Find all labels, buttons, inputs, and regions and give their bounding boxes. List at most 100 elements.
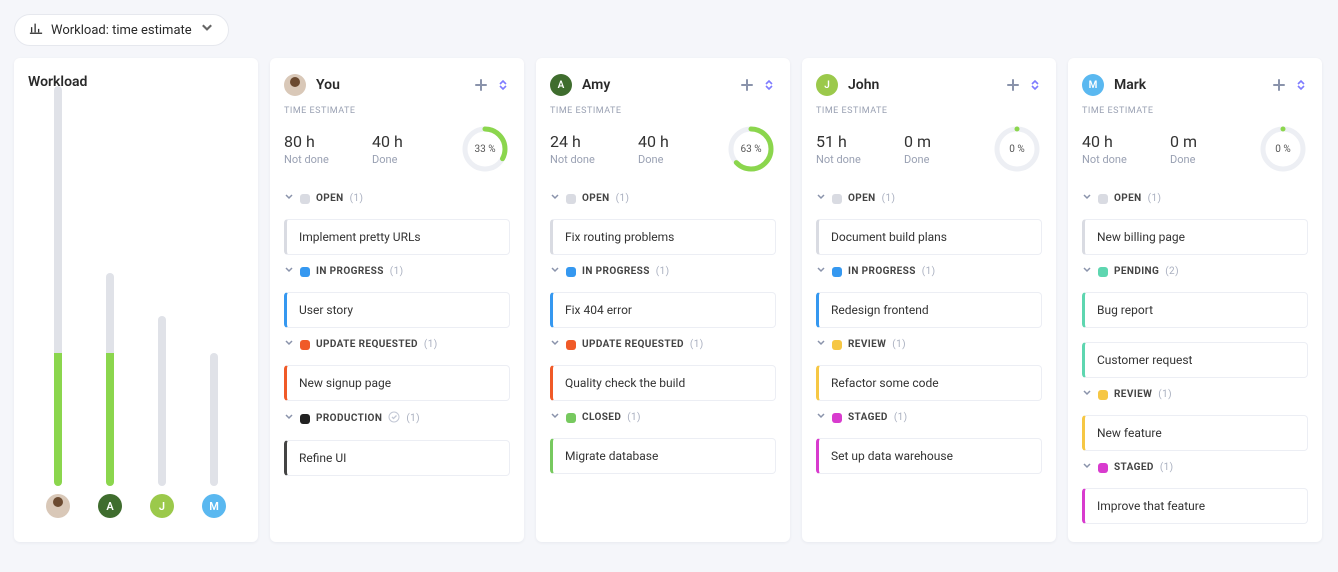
workload-chart: AJM [28, 106, 244, 526]
avatar: J [150, 494, 174, 518]
section-header-open[interactable]: OPEN (1) [1082, 192, 1308, 205]
task-card[interactable]: Migrate database [550, 438, 776, 474]
chevron-down-icon [284, 412, 294, 425]
section-header-pending[interactable]: PENDING (2) [1082, 265, 1308, 278]
subtitle: TIME ESTIMATE [1082, 106, 1308, 116]
done-label: Done [638, 153, 718, 166]
task-card[interactable]: Redesign frontend [816, 292, 1042, 328]
not-done-label: Not done [284, 153, 364, 166]
task-card[interactable]: New billing page [1082, 219, 1308, 255]
section-header-open[interactable]: OPEN (1) [550, 192, 776, 205]
add-task-button[interactable] [740, 78, 754, 92]
section-header-inprog[interactable]: IN PROGRESS (1) [284, 265, 510, 278]
progress-donut: 0 % [1258, 124, 1308, 174]
view-selector[interactable]: Workload: time estimate [14, 14, 229, 46]
chart-bar-icon [29, 21, 43, 39]
section-header-open[interactable]: OPEN (1) [816, 192, 1042, 205]
task-card[interactable]: Document build plans [816, 219, 1042, 255]
bar-notdone [210, 353, 218, 486]
status-color [566, 194, 576, 204]
chevron-down-icon [550, 338, 560, 351]
task-card[interactable]: Refactor some code [816, 365, 1042, 401]
add-task-button[interactable] [1006, 78, 1020, 92]
section-header-update[interactable]: UPDATE REQUESTED (1) [284, 338, 510, 351]
section-label: STAGED [1114, 462, 1154, 473]
section-label: IN PROGRESS [848, 266, 916, 277]
section-label: REVIEW [848, 339, 886, 350]
section-label: REVIEW [1114, 389, 1152, 400]
progress-donut: 0 % [992, 124, 1042, 174]
section-header-staged[interactable]: STAGED (1) [1082, 461, 1308, 474]
section-label: OPEN [316, 193, 344, 204]
user-panel-john: JJohnTIME ESTIMATE51 hNot done0 mDone0 %… [802, 58, 1056, 542]
section-header-inprog[interactable]: IN PROGRESS (1) [550, 265, 776, 278]
section-count: (1) [390, 266, 404, 277]
done-value: 40 h [372, 132, 452, 151]
workload-bar-john[interactable]: J [142, 86, 182, 518]
section-label: OPEN [582, 193, 610, 204]
chevron-down-icon [816, 265, 826, 278]
section-label: UPDATE REQUESTED [316, 339, 418, 350]
progress-pct: 0 % [992, 124, 1042, 174]
task-card[interactable]: Quality check the build [550, 365, 776, 401]
task-card[interactable]: Fix routing problems [550, 219, 776, 255]
task-card[interactable]: New signup page [284, 365, 510, 401]
section-count: (1) [882, 193, 896, 204]
section-header-open[interactable]: OPEN (1) [284, 192, 510, 205]
chevron-down-icon [1082, 388, 1092, 401]
section-label: OPEN [848, 193, 876, 204]
section-count: (1) [406, 413, 420, 424]
chevron-down-icon [1082, 461, 1092, 474]
subtitle: TIME ESTIMATE [550, 106, 776, 116]
chevron-down-icon [284, 265, 294, 278]
section-header-update[interactable]: UPDATE REQUESTED (1) [550, 338, 776, 351]
section-count: (1) [350, 193, 364, 204]
task-card[interactable]: Bug report [1082, 292, 1308, 328]
section-count: (1) [894, 412, 908, 423]
status-color [1098, 463, 1108, 473]
status-color [300, 194, 310, 204]
not-done-label: Not done [816, 153, 896, 166]
collapse-button[interactable] [1028, 78, 1042, 92]
collapse-button[interactable] [762, 78, 776, 92]
task-card[interactable]: Customer request [1082, 342, 1308, 378]
section-header-closed[interactable]: CLOSED (1) [550, 411, 776, 424]
workload-bar-mark[interactable]: M [194, 86, 234, 518]
check-icon [388, 411, 400, 426]
section-label: PRODUCTION [316, 413, 382, 424]
user-name: Amy [582, 77, 610, 93]
section-header-staged[interactable]: STAGED (1) [816, 411, 1042, 424]
task-card[interactable]: Fix 404 error [550, 292, 776, 328]
task-card[interactable]: Implement pretty URLs [284, 219, 510, 255]
add-task-button[interactable] [474, 78, 488, 92]
section-count: (1) [892, 339, 906, 350]
chevron-down-icon [550, 411, 560, 424]
task-card[interactable]: User story [284, 292, 510, 328]
bar-done [54, 353, 62, 486]
section-label: UPDATE REQUESTED [582, 339, 684, 350]
task-card[interactable]: New feature [1082, 415, 1308, 451]
chevron-down-icon [1082, 192, 1092, 205]
workload-panel: Workload AJM [14, 58, 258, 542]
section-header-review[interactable]: REVIEW (1) [816, 338, 1042, 351]
task-card[interactable]: Refine UI [284, 440, 510, 476]
status-color [832, 413, 842, 423]
chevron-down-icon [550, 192, 560, 205]
not-done-value: 51 h [816, 132, 896, 151]
workload-bar-you[interactable] [38, 86, 78, 518]
not-done-label: Not done [1082, 153, 1162, 166]
bar-done [106, 353, 114, 486]
task-card[interactable]: Set up data warehouse [816, 438, 1042, 474]
task-card[interactable]: Improve that feature [1082, 488, 1308, 524]
collapse-button[interactable] [496, 78, 510, 92]
section-header-prod[interactable]: PRODUCTION (1) [284, 411, 510, 426]
section-header-inprog[interactable]: IN PROGRESS (1) [816, 265, 1042, 278]
collapse-button[interactable] [1294, 78, 1308, 92]
add-task-button[interactable] [1272, 78, 1286, 92]
done-label: Done [372, 153, 452, 166]
section-count: (1) [616, 193, 630, 204]
workload-bar-amy[interactable]: A [90, 86, 130, 518]
avatar: A [550, 74, 572, 96]
section-header-review[interactable]: REVIEW (1) [1082, 388, 1308, 401]
not-done-value: 24 h [550, 132, 630, 151]
